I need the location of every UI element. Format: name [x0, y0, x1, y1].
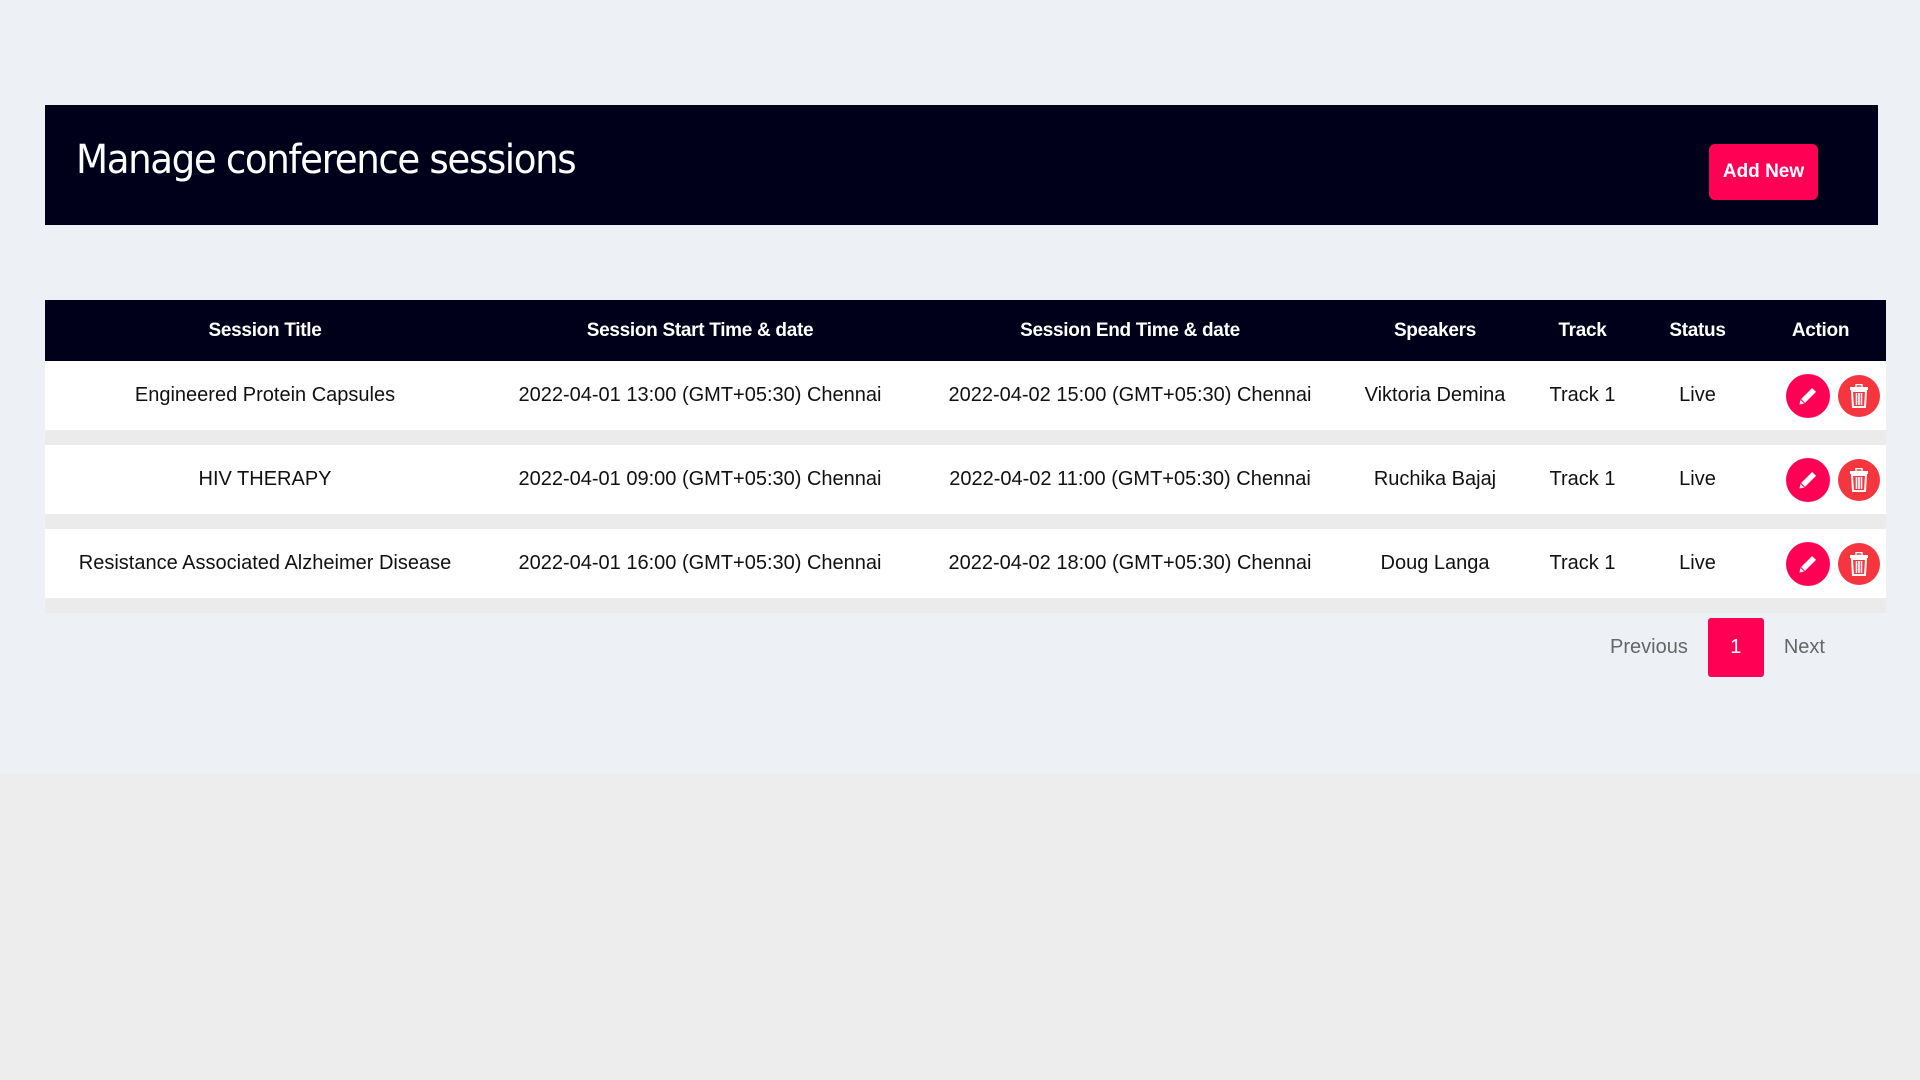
- session-track: Track 1: [1549, 468, 1616, 490]
- row-actions: [1755, 529, 1886, 598]
- column-header-end-time: Session End Time & date: [1020, 319, 1240, 341]
- page-header: Manage conference sessions Add New: [45, 105, 1878, 225]
- session-start: 2022-04-01 16:00 (GMT+05:30) Chennai: [518, 552, 882, 574]
- session-end: 2022-04-02 11:00 (GMT+05:30) Chennai: [949, 468, 1311, 490]
- edit-button[interactable]: [1785, 541, 1830, 586]
- row-spacer: [45, 430, 1886, 445]
- row-actions: [1755, 361, 1886, 430]
- page-1-button[interactable]: 1: [1707, 618, 1764, 677]
- session-end: 2022-04-02 18:00 (GMT+05:30) Chennai: [948, 552, 1312, 574]
- edit-button[interactable]: [1785, 457, 1830, 502]
- previous-page-link[interactable]: Previous: [1590, 636, 1708, 659]
- trash-icon: [1849, 383, 1868, 408]
- sessions-table: Session Title Session Start Time & date …: [45, 300, 1886, 613]
- pencil-icon: [1798, 387, 1816, 405]
- table-header-row: Session Title Session Start Time & date …: [45, 300, 1886, 361]
- column-header-action: Action: [1791, 319, 1850, 341]
- session-start: 2022-04-01 13:00 (GMT+05:30) Chennai: [518, 384, 882, 406]
- session-end: 2022-04-02 15:00 (GMT+05:30) Chennai: [948, 384, 1312, 406]
- delete-button[interactable]: [1837, 374, 1880, 417]
- trash-icon: [1849, 551, 1868, 576]
- pencil-icon: [1798, 471, 1816, 489]
- session-track: Track 1: [1549, 552, 1616, 574]
- add-new-button[interactable]: Add New: [1709, 144, 1818, 200]
- session-speakers: Ruchika Bajaj: [1373, 468, 1497, 490]
- column-header-session-title: Session Title: [208, 319, 322, 341]
- column-header-track: Track: [1558, 319, 1607, 341]
- row-actions: [1755, 445, 1886, 514]
- delete-button[interactable]: [1837, 458, 1880, 501]
- session-status: Live: [1679, 552, 1716, 574]
- session-track: Track 1: [1549, 384, 1616, 406]
- pagination: Previous 1 Next: [1590, 618, 1845, 677]
- trash-icon: [1849, 467, 1868, 492]
- next-page-link[interactable]: Next: [1764, 636, 1845, 659]
- table-row: Engineered Protein Capsules 2022-04-01 1…: [45, 361, 1886, 430]
- table-row: HIV THERAPY 2022-04-01 09:00 (GMT+05:30)…: [45, 445, 1886, 514]
- column-header-status: Status: [1669, 319, 1726, 341]
- session-status: Live: [1679, 468, 1716, 490]
- session-title: HIV THERAPY: [198, 468, 332, 490]
- edit-button[interactable]: [1785, 373, 1830, 418]
- session-title: Resistance Associated Alzheimer Disease: [78, 552, 452, 574]
- session-speakers: Doug Langa: [1380, 552, 1490, 574]
- page-title: Manage conference sessions: [76, 137, 577, 183]
- column-header-start-time: Session Start Time & date: [586, 319, 814, 341]
- session-status: Live: [1679, 384, 1716, 406]
- session-start: 2022-04-01 09:00 (GMT+05:30) Chennai: [518, 468, 882, 490]
- session-speakers: Viktoria Demina: [1364, 384, 1506, 406]
- session-title: Engineered Protein Capsules: [134, 384, 396, 406]
- row-spacer: [45, 598, 1886, 613]
- column-header-speakers: Speakers: [1393, 319, 1477, 341]
- row-spacer: [45, 514, 1886, 529]
- delete-button[interactable]: [1837, 542, 1880, 585]
- table-row: Resistance Associated Alzheimer Disease …: [45, 529, 1886, 598]
- pencil-icon: [1798, 555, 1816, 573]
